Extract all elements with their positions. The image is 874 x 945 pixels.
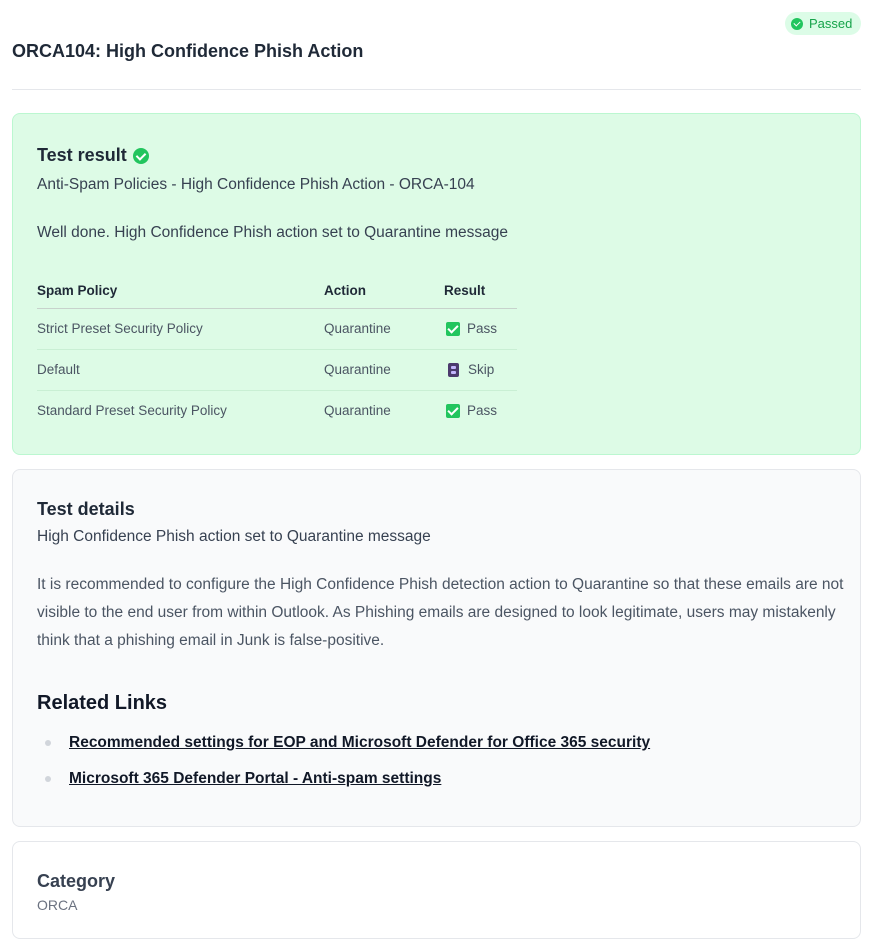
- column-header-action: Action: [324, 274, 444, 309]
- test-result-heading: Test result: [37, 145, 149, 166]
- spam-policy-table: Spam Policy Action Result Strict Preset …: [37, 274, 517, 431]
- result-cell: Pass: [444, 390, 517, 431]
- column-header-result: Result: [444, 274, 517, 309]
- related-links-heading: Related Links: [37, 692, 168, 714]
- divider: [12, 89, 861, 90]
- list-item: Recommended settings for EOP and Microso…: [37, 734, 650, 752]
- check-circle-icon: [132, 147, 149, 164]
- policy-name-cell: Standard Preset Security Policy: [37, 403, 227, 419]
- skip-icon: [448, 362, 459, 377]
- list-item: Microsoft 365 Defender Portal - Anti-spa…: [37, 770, 441, 788]
- check-box-icon: [446, 321, 460, 336]
- related-link-recommended-settings[interactable]: Recommended settings for EOP and Microso…: [69, 734, 650, 752]
- category-card: Category ORCA: [12, 841, 861, 939]
- table-row: Strict Preset Security Policy Quarantine…: [37, 308, 517, 350]
- table-row: Standard Preset Security Policy Quaranti…: [37, 390, 517, 431]
- result-label: Pass: [467, 321, 498, 336]
- status-label: Passed: [809, 16, 853, 31]
- column-header-spam-policy: Spam Policy: [37, 274, 324, 309]
- test-result-title: Test result: [37, 145, 127, 165]
- related-link-anti-spam-settings[interactable]: Microsoft 365 Defender Portal - Anti-spa…: [69, 770, 441, 788]
- action-cell: Quarantine: [324, 349, 444, 391]
- test-details-description: It is recommended to configure the High …: [37, 576, 844, 649]
- test-details-heading: Test details: [37, 499, 135, 519]
- test-result-card: Test result Anti-Spam Policies - High Co…: [12, 113, 861, 455]
- table-row: Default Quarantine Skip: [37, 349, 517, 391]
- test-details-subtitle: High Confidence Phish action set to Quar…: [37, 528, 431, 545]
- category-heading: Category: [37, 871, 116, 891]
- result-cell: Skip: [444, 349, 517, 391]
- policy-name-cell: Strict Preset Security Policy: [37, 308, 324, 350]
- status-badge: Passed: [785, 12, 861, 35]
- test-result-subtitle: Anti-Spam Policies - High Confidence Phi…: [37, 176, 475, 193]
- test-result-message: Well done. High Confidence Phish action …: [37, 224, 509, 241]
- result-label: Pass: [467, 403, 498, 419]
- action-cell: Quarantine: [324, 308, 444, 350]
- test-details-card: Test details High Confidence Phish actio…: [12, 469, 861, 827]
- check-circle-icon: [791, 17, 803, 30]
- result-label: Skip: [468, 362, 495, 377]
- category-value: ORCA: [37, 897, 78, 913]
- table-header-row: Spam Policy Action Result: [37, 274, 517, 309]
- bullet-icon: [45, 776, 51, 782]
- policy-name-cell: Default: [37, 349, 324, 391]
- bullet-icon: [45, 740, 51, 746]
- result-cell: Pass: [444, 308, 517, 350]
- check-box-icon: [446, 403, 460, 418]
- action-cell: Quarantine: [324, 403, 391, 419]
- page-title: ORCA104: High Confidence Phish Action: [12, 41, 364, 61]
